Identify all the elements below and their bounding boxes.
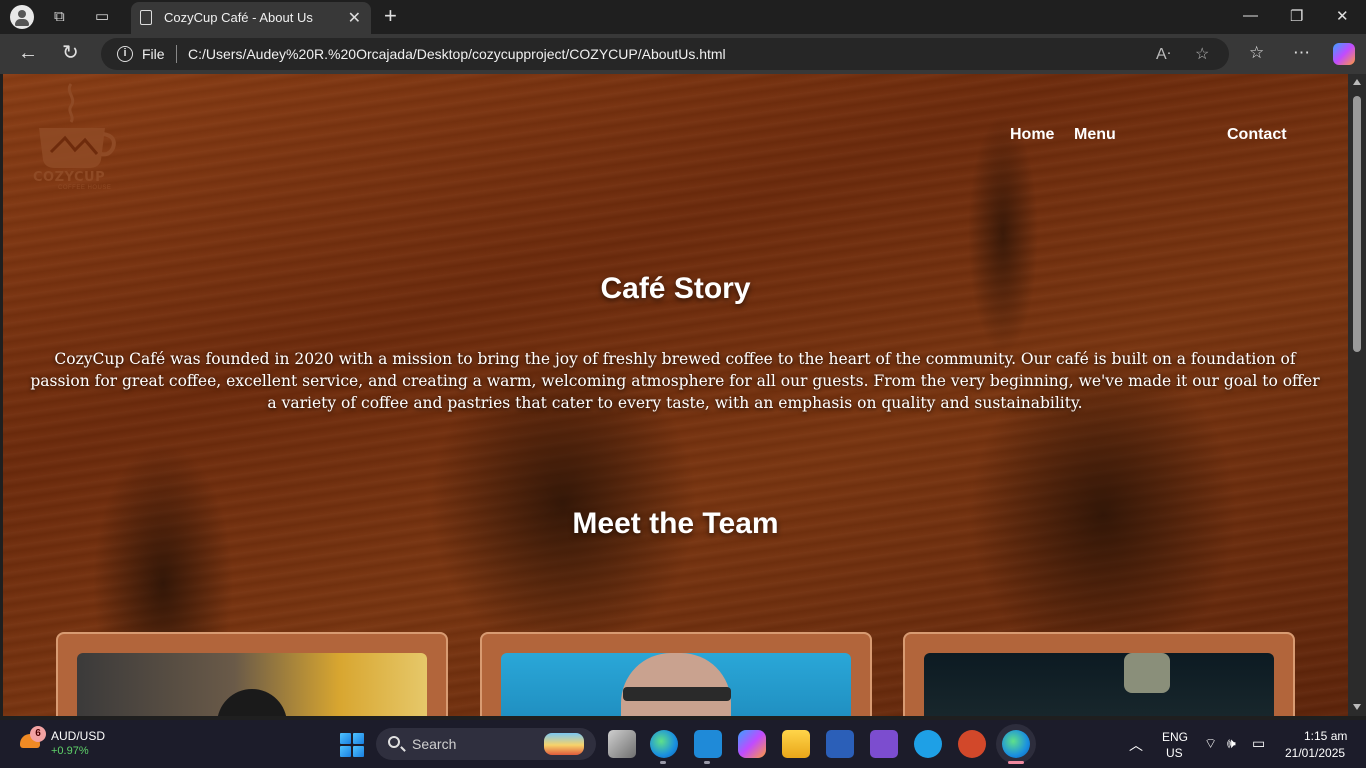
- search-label: Search: [412, 736, 457, 752]
- back-icon[interactable]: ←: [18, 43, 38, 63]
- notification-badge: 6: [30, 726, 46, 742]
- scheme-label: File: [142, 46, 165, 62]
- nav-home-link[interactable]: Home: [1010, 126, 1054, 144]
- logo-text: COZYCUP: [33, 170, 106, 185]
- logo-subtext: COFFEE HOUSE: [58, 185, 112, 191]
- volume-icon[interactable]: 🕪: [1227, 735, 1236, 752]
- site-logo[interactable]: COZYCUP COFFEE HOUSE: [31, 80, 121, 191]
- team-card: [903, 632, 1295, 716]
- refresh-icon[interactable]: ↻: [62, 43, 79, 63]
- weather-widget-icon[interactable]: 6: [18, 726, 48, 758]
- new-tab-icon[interactable]: +: [384, 5, 397, 27]
- search-highlight-icon: [544, 733, 584, 755]
- ticker-label[interactable]: AUD/USD: [51, 729, 105, 743]
- read-aloud-icon[interactable]: Aᐧ: [1156, 44, 1171, 64]
- divider: [176, 45, 177, 63]
- word-icon[interactable]: [826, 730, 854, 758]
- team-member-photo: [501, 653, 851, 716]
- clock-time[interactable]: 1:15 am: [1304, 729, 1347, 743]
- workspaces-icon[interactable]: ⧉: [54, 8, 65, 26]
- taskbar-search[interactable]: Search: [376, 728, 596, 760]
- url-field[interactable]: i File C:/Users/Audey%20R.%20Orcajada/De…: [101, 38, 1229, 70]
- restore-icon[interactable]: ❐: [1290, 7, 1303, 25]
- tab-strip: ⧉ ▭ CozyCup Café - About Us ✕ + — ❐ ✕: [0, 0, 1366, 34]
- favorite-star-icon[interactable]: ☆: [1195, 44, 1209, 64]
- favorites-icon[interactable]: ☆: [1249, 44, 1264, 62]
- story-title: Café Story: [600, 272, 751, 305]
- team-member-photo: [77, 653, 427, 716]
- info-icon[interactable]: i: [117, 46, 133, 62]
- team-member-photo: [924, 653, 1274, 716]
- show-hidden-icons-icon[interactable]: ︿: [1129, 735, 1143, 755]
- edge-active-icon[interactable]: [1002, 730, 1030, 758]
- address-bar: ← ↻ i File C:/Users/Audey%20R.%20Orcajad…: [0, 34, 1366, 74]
- file-explorer-icon[interactable]: [782, 730, 810, 758]
- language-label[interactable]: ENG: [1162, 730, 1188, 744]
- page-scrollbar[interactable]: [1348, 74, 1366, 716]
- page-viewport: COZYCUP COFFEE HOUSE Home Menu Contact C…: [3, 74, 1348, 716]
- powerpoint-icon[interactable]: [958, 730, 986, 758]
- tab-title: CozyCup Café - About Us: [164, 10, 313, 25]
- ticker-change: +0.97%: [51, 745, 89, 757]
- more-menu-icon[interactable]: ⋯: [1293, 44, 1310, 62]
- search-icon: [388, 736, 400, 748]
- nav-menu-link[interactable]: Menu: [1074, 126, 1116, 144]
- url-text[interactable]: C:/Users/Audey%20R.%20Orcajada/Desktop/c…: [188, 46, 726, 62]
- close-window-icon[interactable]: ✕: [1336, 7, 1349, 25]
- edge-icon[interactable]: [650, 730, 678, 758]
- profile-icon[interactable]: [10, 5, 34, 29]
- page-icon: [140, 10, 152, 25]
- running-indicator: [704, 761, 710, 764]
- clock-date[interactable]: 21/01/2025: [1285, 746, 1345, 760]
- taskbar: 6 AUD/USD +0.97% Search ︿ ENG US ⌔ 🕪 ▭ 1…: [0, 720, 1366, 768]
- wifi-icon[interactable]: ⌔: [1204, 735, 1217, 753]
- visual-studio-icon[interactable]: [870, 730, 898, 758]
- help-icon[interactable]: [914, 730, 942, 758]
- scroll-down-icon[interactable]: [1353, 704, 1361, 710]
- scroll-thumb[interactable]: [1353, 96, 1361, 352]
- scroll-up-icon[interactable]: [1353, 79, 1361, 85]
- copilot-app-icon[interactable]: [738, 730, 766, 758]
- active-tab[interactable]: CozyCup Café - About Us ✕: [131, 2, 371, 34]
- vscode-icon[interactable]: [694, 730, 722, 758]
- team-title: Meet the Team: [572, 507, 779, 540]
- nav-contact-link[interactable]: Contact: [1227, 126, 1287, 144]
- story-paragraph: CozyCup Café was founded in 2020 with a …: [30, 350, 1320, 412]
- region-label[interactable]: US: [1166, 746, 1183, 760]
- copilot-icon[interactable]: [1333, 43, 1355, 65]
- battery-icon[interactable]: ▭: [1252, 735, 1265, 752]
- active-indicator: [1008, 761, 1024, 764]
- minimize-icon[interactable]: —: [1243, 7, 1258, 24]
- close-tab-icon[interactable]: ✕: [348, 8, 361, 28]
- tab-actions-icon[interactable]: ▭: [95, 8, 109, 26]
- task-view-icon[interactable]: [608, 730, 636, 758]
- team-card: [56, 632, 448, 716]
- start-button-icon[interactable]: [340, 733, 364, 757]
- running-indicator: [660, 761, 666, 764]
- team-card: [480, 632, 872, 716]
